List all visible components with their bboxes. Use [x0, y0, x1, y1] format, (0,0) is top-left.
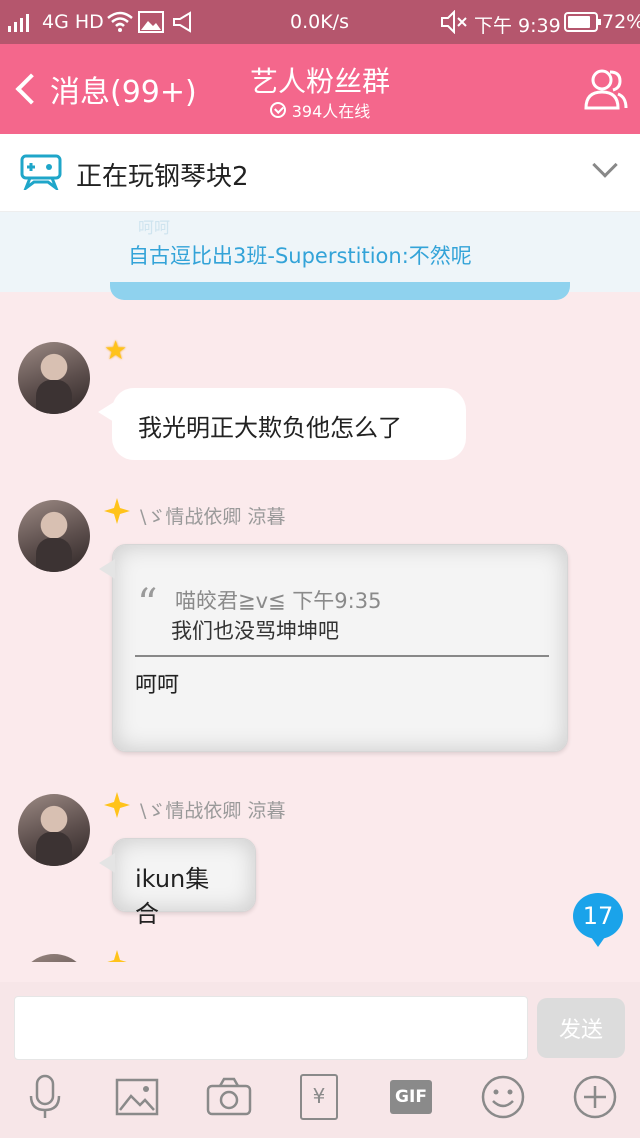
plus-icon[interactable]: [572, 1074, 618, 1120]
speaker-notification-icon: [173, 11, 191, 33]
chevron-down-icon[interactable]: [592, 152, 618, 178]
input-bar: 发送 ¥ GIF: [0, 982, 640, 1138]
emoji-icon[interactable]: [480, 1074, 526, 1120]
banner-ghost-text: 呵呵: [138, 218, 171, 237]
sparkle-icon: [107, 950, 127, 962]
camera-icon[interactable]: [206, 1074, 252, 1120]
group-members-icon[interactable]: [580, 64, 630, 114]
gif-icon[interactable]: GIF: [390, 1080, 432, 1114]
net-speed: 0.0K/s: [290, 11, 349, 33]
clock: 下午 9:39: [474, 15, 561, 37]
banner-text: 自古逗比出3班-Superstition:不然呢: [128, 244, 472, 268]
avatar[interactable]: [18, 500, 90, 572]
gamepad-icon: [20, 154, 62, 190]
battery-icon: [564, 12, 601, 32]
message-text: 呵呵: [135, 673, 180, 698]
notice-banner[interactable]: 呵呵 自古逗比出3班-Superstition:不然呢: [0, 212, 640, 300]
quote-icon: “: [137, 581, 158, 627]
unread-badge[interactable]: 17: [573, 893, 623, 947]
status-bar: 4G HD 0.0K/s 下午 9:39 72%: [0, 0, 640, 44]
game-status-bar[interactable]: 正在玩钢琴块2: [0, 134, 640, 212]
message-bubble[interactable]: ikun集合: [99, 838, 256, 928]
network-type: 4G HD: [42, 11, 104, 33]
image-icon[interactable]: [114, 1074, 160, 1120]
avatar[interactable]: [18, 954, 90, 962]
group-title: 艺人粉丝群: [249, 65, 390, 98]
image-notification-icon: [138, 11, 164, 33]
check-circle-icon: [269, 102, 286, 118]
input-toolbar: ¥ GIF: [0, 1074, 640, 1130]
wifi-icon: [107, 11, 133, 32]
red-packet-icon[interactable]: ¥: [300, 1074, 338, 1120]
send-button[interactable]: 发送: [537, 998, 625, 1058]
message-text: 我光明正大欺负他怎么了: [138, 414, 402, 442]
quote-text: 我们也没骂坤坤吧: [171, 619, 339, 643]
sender-name: \ゞ情战依卿 涼暮: [140, 800, 286, 822]
online-status: 394人在线: [0, 98, 640, 122]
quoted-message-bubble[interactable]: “ 喵皎君≧v≦ 下午9:35 我们也没骂坤坤吧 呵呵: [99, 544, 568, 752]
mute-icon: [441, 10, 467, 34]
banner-card-edge: [110, 282, 570, 300]
sparkle-icon: [104, 498, 130, 524]
message-input[interactable]: [14, 996, 528, 1060]
signal-icon: [8, 14, 29, 32]
message-text: ikun集合: [135, 865, 210, 928]
quote-author: 喵皎君≧v≦ 下午9:35: [175, 589, 382, 613]
sender-name: \ゞ情战依卿 涼暮: [140, 506, 286, 528]
red-packet-label: ¥: [312, 1084, 326, 1108]
microphone-icon[interactable]: [22, 1074, 68, 1120]
avatar[interactable]: [18, 342, 90, 414]
chat-header: 消息(99+) 艺人粉丝群 394人在线: [0, 44, 640, 134]
quote-divider: [135, 655, 549, 657]
online-count: 394人在线: [291, 102, 371, 121]
battery-level: 72%: [602, 11, 640, 33]
chat-area[interactable]: 呵呵 自古逗比出3班-Superstition:不然呢 ★ 我光明正大欺负他怎么…: [0, 212, 640, 962]
avatar[interactable]: [18, 794, 90, 866]
game-status-text: 正在玩钢琴块2: [76, 162, 249, 192]
message-bubble[interactable]: 我光明正大欺负他怎么了: [98, 388, 466, 460]
sparkle-icon: [104, 792, 130, 818]
gif-label: GIF: [395, 1087, 427, 1107]
star-icon: ★: [104, 336, 128, 366]
